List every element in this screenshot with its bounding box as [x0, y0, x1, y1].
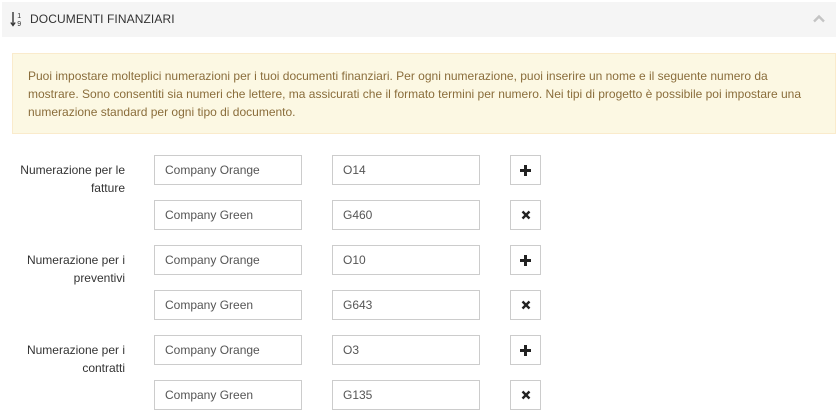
- quote-numbering-label: Numerazione per i preventivi: [26, 253, 125, 285]
- numbering-name-input[interactable]: [154, 200, 302, 230]
- numbering-number-input[interactable]: [332, 335, 480, 365]
- numbering-number-input[interactable]: [332, 380, 480, 410]
- numbering-name-input[interactable]: [154, 290, 302, 320]
- plus-icon: [520, 254, 531, 266]
- numbering-number-input[interactable]: [332, 245, 480, 275]
- contract-numbering-label: Numerazione per i contratti: [26, 343, 125, 375]
- numbering-name-input[interactable]: [154, 335, 302, 365]
- plus-icon: [520, 164, 531, 176]
- sort-numeric-icon: 1 9: [10, 12, 21, 28]
- remove-numbering-button[interactable]: [510, 380, 541, 410]
- remove-numbering-button[interactable]: [510, 200, 541, 230]
- numbering-name-input[interactable]: [154, 245, 302, 275]
- add-numbering-button[interactable]: [510, 155, 541, 185]
- numbering-name-input[interactable]: [154, 380, 302, 410]
- add-numbering-button[interactable]: [510, 335, 541, 365]
- svg-text:1: 1: [17, 13, 21, 20]
- invoice-numbering-label: Numerazione per le fatture: [20, 163, 125, 195]
- info-text: Puoi impostare molteplici numerazioni pe…: [28, 69, 802, 119]
- chevron-up-icon[interactable]: [812, 12, 826, 26]
- close-icon: [521, 300, 530, 310]
- close-icon: [521, 210, 530, 220]
- add-numbering-button[interactable]: [510, 245, 541, 275]
- numbering-number-input[interactable]: [332, 290, 480, 320]
- close-icon: [521, 390, 530, 400]
- svg-text:9: 9: [17, 21, 21, 28]
- plus-icon: [520, 344, 531, 356]
- panel-header[interactable]: 1 9 DOCUMENTI FINANZIARI: [2, 2, 836, 37]
- info-alert: Puoi impostare molteplici numerazioni pe…: [12, 53, 836, 134]
- panel-title: DOCUMENTI FINANZIARI: [30, 12, 175, 26]
- numbering-number-input[interactable]: [332, 200, 480, 230]
- remove-numbering-button[interactable]: [510, 290, 541, 320]
- numbering-number-input[interactable]: [332, 155, 480, 185]
- numbering-name-input[interactable]: [154, 155, 302, 185]
